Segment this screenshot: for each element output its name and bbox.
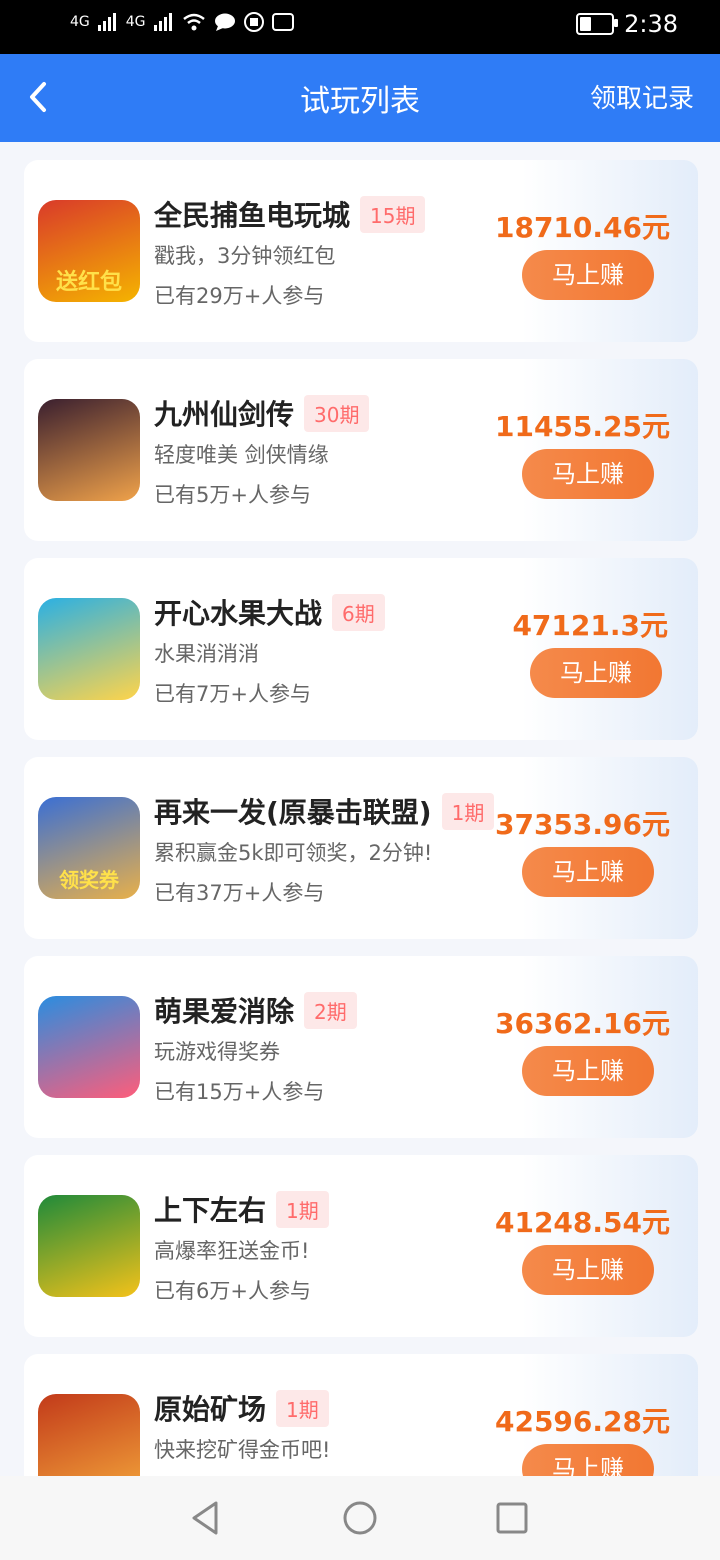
game-name: 九州仙剑传 30期: [154, 393, 370, 433]
game-card[interactable]: 上下左右 1期 高爆率狂送金币! 已有6万+人参与 41248.54元 马上赚: [24, 1155, 698, 1337]
battery-icon: [576, 13, 619, 35]
game-icon-label: 送红包: [55, 270, 122, 295]
game-name: 原始矿场 1期: [154, 1388, 329, 1428]
hms-icon: [271, 13, 294, 31]
game-icon: [38, 598, 140, 700]
period-badge: 1期: [276, 1389, 329, 1427]
signal-icon-2: [153, 13, 172, 31]
period-badge: 1期: [441, 792, 495, 830]
reward-amount: 11455.25元: [494, 410, 670, 443]
period-badge: 15期: [360, 195, 426, 233]
shield-icon: [243, 12, 264, 32]
earn-now-button[interactable]: 马上赚: [522, 847, 654, 897]
message-icon: [214, 13, 235, 31]
participant-count: 已有29万+人参与: [154, 284, 325, 308]
game-description: 戳我，3分钟领红包: [154, 244, 336, 268]
system-nav-bar: [0, 1476, 720, 1560]
earn-now-button[interactable]: 马上赚: [522, 1046, 654, 1096]
clock: 2:38: [624, 10, 678, 38]
game-name: 再来一发(原暴击联盟) 1期: [154, 791, 495, 831]
game-description: 高爆率狂送金币!: [154, 1239, 310, 1263]
wifi-icon: [182, 13, 205, 31]
game-name: 开心水果大战 6期: [154, 592, 385, 632]
game-name: 全民捕鱼电玩城 15期: [154, 194, 426, 234]
game-card[interactable]: 原始矿场 1期 快来挖矿得金币吧! 42596.28元 马上赚: [24, 1354, 698, 1476]
status-bar: 4G 4G 2:38: [0, 0, 720, 54]
participant-count: 已有15万+人参与: [154, 1080, 325, 1104]
reward-amount: 41248.54元: [494, 1206, 670, 1239]
game-icon-label: 领奖券: [59, 868, 119, 892]
reward-amount: 42596.28元: [494, 1405, 670, 1438]
reward-amount: 37353.96元: [494, 808, 670, 841]
game-icon: [38, 1394, 140, 1476]
game-card[interactable]: 萌果爱消除 2期 玩游戏得奖券 已有15万+人参与 36362.16元 马上赚: [24, 956, 698, 1138]
game-name: 萌果爱消除 2期: [154, 990, 357, 1030]
game-icon: 领奖券: [38, 797, 140, 899]
reward-amount: 18710.46元: [494, 211, 670, 244]
earn-now-button[interactable]: 马上赚: [530, 648, 662, 698]
app-header: 试玩列表 领取记录: [0, 54, 720, 142]
game-card[interactable]: 开心水果大战 6期 水果消消消 已有7万+人参与 47121.3元 马上赚: [24, 558, 698, 740]
earn-now-button[interactable]: 马上赚: [522, 449, 654, 499]
game-card[interactable]: 九州仙剑传 30期 轻度唯美 剑侠情缘 已有5万+人参与 11455.25元 马上…: [24, 359, 698, 541]
earn-now-button[interactable]: 马上赚: [522, 1444, 654, 1476]
participant-count: 已有37万+人参与: [154, 881, 325, 905]
reward-amount: 47121.3元: [512, 609, 668, 642]
signal-label-2: 4G: [125, 14, 146, 30]
status-icons-right: 2:38: [576, 10, 678, 38]
participant-count: 已有5万+人参与: [154, 483, 311, 507]
home-circle-icon[interactable]: [340, 1498, 380, 1538]
game-description: 玩游戏得奖券: [154, 1040, 280, 1064]
game-card[interactable]: 领奖券 再来一发(原暴击联盟) 1期 累积赢金5k即可领奖，2分钟! 已有37万+…: [24, 757, 698, 939]
reward-amount: 36362.16元: [494, 1007, 670, 1040]
game-icon: [38, 996, 140, 1098]
back-triangle-icon[interactable]: [186, 1498, 226, 1538]
participant-count: 已有7万+人参与: [154, 682, 311, 706]
game-description: 累积赢金5k即可领奖，2分钟!: [154, 841, 433, 865]
period-badge: 30期: [304, 394, 370, 432]
game-description: 水果消消消: [154, 642, 259, 666]
game-icon: [38, 1195, 140, 1297]
claim-record-link[interactable]: 领取记录: [590, 78, 694, 115]
game-name: 上下左右 1期: [154, 1189, 329, 1229]
recents-square-icon[interactable]: [492, 1498, 532, 1538]
status-icons-left: 4G 4G: [70, 12, 294, 32]
game-description: 轻度唯美 剑侠情缘: [154, 443, 329, 467]
game-card[interactable]: 送红包 全民捕鱼电玩城 15期 戳我，3分钟领红包 已有29万+人参与 18710…: [24, 160, 698, 342]
game-list[interactable]: 送红包 全民捕鱼电玩城 15期 戳我，3分钟领红包 已有29万+人参与 18710…: [0, 142, 720, 1476]
participant-count: 已有6万+人参与: [154, 1279, 311, 1303]
game-icon: [38, 399, 140, 501]
game-icon: 送红包: [38, 200, 140, 302]
signal-icon: [97, 13, 116, 31]
signal-label-1: 4G: [70, 14, 90, 30]
earn-now-button[interactable]: 马上赚: [522, 1245, 654, 1295]
period-badge: 6期: [332, 593, 385, 631]
game-description: 快来挖矿得金币吧!: [154, 1438, 331, 1462]
earn-now-button[interactable]: 马上赚: [522, 250, 654, 300]
period-badge: 1期: [276, 1190, 329, 1228]
period-badge: 2期: [304, 991, 357, 1029]
